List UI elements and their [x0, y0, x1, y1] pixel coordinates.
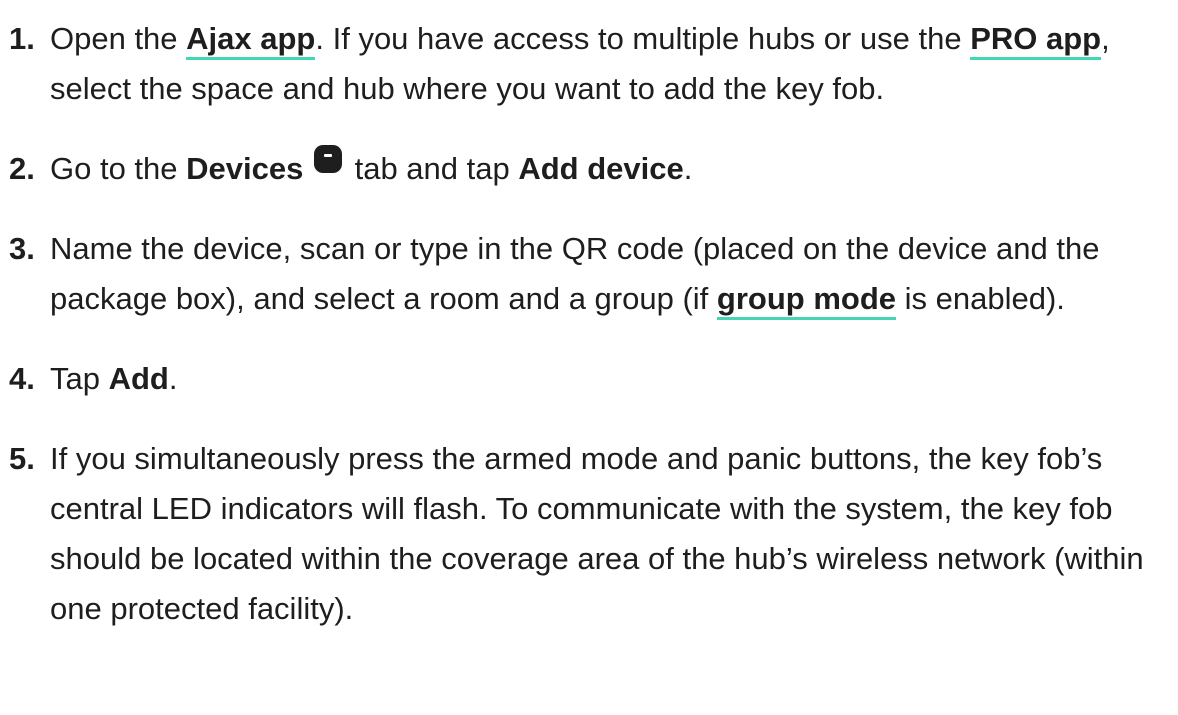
- step-text: If you simultaneously press the armed mo…: [50, 441, 1144, 626]
- devices-tab-icon: [313, 145, 342, 173]
- step-5: 5. If you simultaneously press the armed…: [0, 434, 1178, 634]
- step-text: .: [168, 361, 178, 396]
- step-text: is enabled).: [896, 281, 1065, 316]
- group-mode-link[interactable]: group mode: [716, 281, 897, 320]
- step-text: Go to the: [50, 151, 187, 186]
- ajax-app-link[interactable]: Ajax app: [186, 21, 316, 60]
- step-number: 1.: [9, 21, 35, 56]
- instruction-steps: 1. Open the Ajax app. If you have access…: [0, 0, 1178, 634]
- step-number: 5.: [9, 441, 35, 476]
- pro-app-link[interactable]: PRO app: [970, 21, 1102, 60]
- step-text: Tap: [50, 361, 109, 396]
- step-2: 2. Go to the Devices tab and tap Add dev…: [0, 144, 1178, 194]
- add-device-label: Add device: [518, 151, 684, 186]
- step-number: 3.: [9, 231, 35, 266]
- step-3: 3. Name the device, scan or type in the …: [0, 224, 1178, 324]
- step-number: 4.: [9, 361, 35, 396]
- add-label: Add: [108, 361, 169, 396]
- step-number: 2.: [9, 151, 35, 186]
- step-1: 1. Open the Ajax app. If you have access…: [0, 14, 1178, 114]
- step-text: .: [683, 151, 693, 186]
- step-4: 4. Tap Add.: [0, 354, 1178, 404]
- step-text: Open the: [50, 21, 187, 56]
- step-text: tab and tap: [345, 151, 519, 186]
- devices-label: Devices: [186, 151, 304, 186]
- step-text: . If you have access to multiple hubs or…: [315, 21, 971, 56]
